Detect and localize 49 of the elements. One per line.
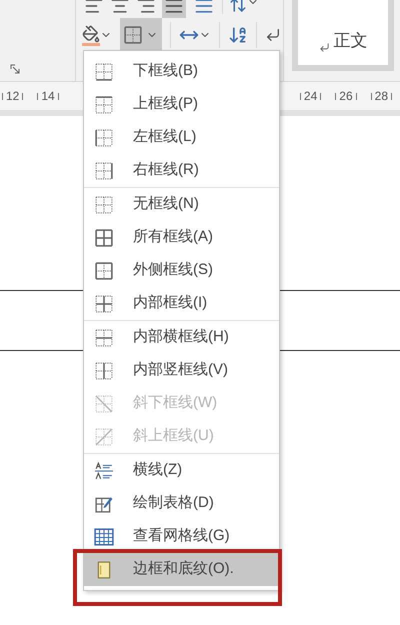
color-bar bbox=[82, 42, 100, 46]
border-icon bbox=[95, 362, 113, 380]
border-icon bbox=[95, 196, 113, 214]
menu-item[interactable]: 绘制表格(D) bbox=[84, 487, 279, 520]
menu-item[interactable]: 横线(Z) bbox=[84, 454, 279, 487]
menu-item[interactable]: 内部框线(I) bbox=[84, 287, 279, 320]
ruler-number: 26 bbox=[339, 88, 353, 105]
menu-item[interactable]: 外侧框线(S) bbox=[84, 254, 279, 287]
page-icon bbox=[96, 560, 112, 578]
shading-button[interactable] bbox=[82, 24, 112, 46]
border-icon bbox=[95, 328, 113, 346]
justify-button[interactable] bbox=[162, 0, 186, 18]
menu-item[interactable]: 无框线(N) bbox=[84, 188, 279, 221]
line-spacing-icon bbox=[229, 0, 247, 14]
menu-item[interactable]: 下框线(B) bbox=[84, 55, 279, 88]
ruler-number: 28 bbox=[374, 88, 388, 105]
horizontal-line-icon bbox=[95, 462, 113, 480]
menu-item[interactable]: 内部横框线(H) bbox=[84, 321, 279, 354]
borders-icon bbox=[124, 26, 142, 44]
sort-icon[interactable] bbox=[228, 25, 248, 45]
dialog-launcher-icon[interactable] bbox=[10, 64, 21, 75]
ruler-number: 14 bbox=[41, 88, 55, 105]
border-icon bbox=[95, 294, 113, 312]
menu-item[interactable]: 上框线(P) bbox=[84, 88, 279, 121]
menu-item[interactable]: 内部竖框线(V) bbox=[84, 354, 279, 387]
line-spacing-button[interactable] bbox=[229, 0, 259, 14]
border-icon bbox=[95, 96, 113, 114]
borders-button[interactable] bbox=[120, 18, 162, 52]
style-gallery[interactable]: 正文 bbox=[292, 0, 394, 71]
style-name: 正文 bbox=[334, 30, 368, 52]
menu-item[interactable]: 查看网格线(G) bbox=[84, 520, 279, 553]
menu-item[interactable]: 所有框线(A) bbox=[84, 221, 279, 254]
border-icon bbox=[95, 62, 113, 80]
return-arrow-icon[interactable] bbox=[265, 27, 281, 43]
border-icon bbox=[95, 228, 113, 246]
border-icon bbox=[95, 428, 113, 446]
grid-icon bbox=[94, 528, 114, 546]
border-icon bbox=[95, 262, 113, 280]
border-icon bbox=[95, 162, 113, 180]
ruler-number: 24 bbox=[304, 88, 318, 105]
paint-bucket-icon bbox=[82, 24, 100, 42]
pencil-table-icon bbox=[95, 494, 113, 512]
menu-item[interactable]: 边框和底纹(O). bbox=[84, 553, 279, 586]
border-icon bbox=[95, 128, 113, 146]
border-icon bbox=[95, 394, 113, 412]
ruler-number: 12 bbox=[6, 88, 20, 105]
menu-item[interactable]: 左框线(L) bbox=[84, 121, 279, 154]
menu-item[interactable]: 右框线(R) bbox=[84, 154, 279, 187]
paragraph-mark-icon bbox=[318, 42, 330, 53]
